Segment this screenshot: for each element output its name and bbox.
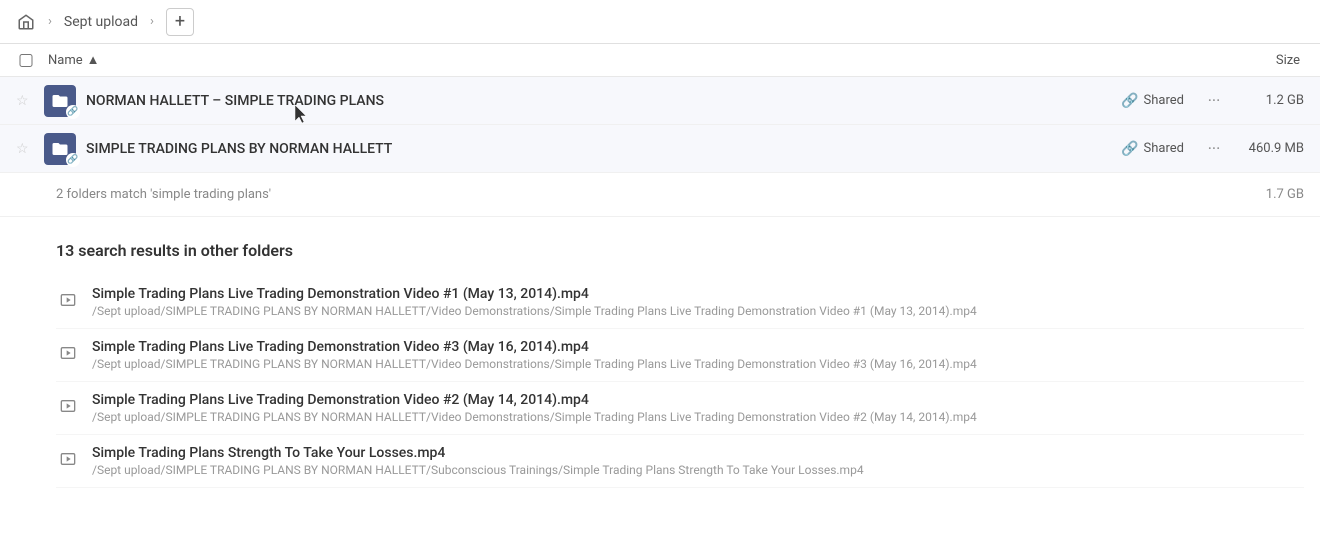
size-column-header: Size: [1276, 53, 1304, 68]
add-button[interactable]: +: [166, 8, 194, 36]
result-path-3: /Sept upload/SIMPLE TRADING PLANS BY NOR…: [92, 410, 1304, 424]
more-button-2[interactable]: ···: [1200, 135, 1228, 163]
link-icon-1: 🔗: [1121, 93, 1138, 109]
summary-row: 2 folders match 'simple trading plans' 1…: [0, 173, 1320, 217]
shared-badge-1: 🔗 Shared: [1121, 93, 1184, 109]
folder-icon-1: 🔗: [44, 85, 76, 117]
result-filename-1: Simple Trading Plans Live Trading Demons…: [92, 286, 1304, 302]
link-icon-2: 🔗: [1121, 141, 1138, 157]
summary-size: 1.7 GB: [1266, 187, 1304, 202]
result-path-1: /Sept upload/SIMPLE TRADING PLANS BY NOR…: [92, 304, 1304, 318]
result-path-4: /Sept upload/SIMPLE TRADING PLANS BY NOR…: [92, 463, 1304, 477]
result-filename-4: Simple Trading Plans Strength To Take Yo…: [92, 445, 1304, 461]
folder-name-1: NORMAN HALLETT – SIMPLE TRADING PLANS: [86, 93, 1121, 109]
column-header: Name ▲ Size: [0, 44, 1320, 77]
shared-badge-2: 🔗 Shared: [1121, 141, 1184, 157]
breadcrumb-chevron-2: ›: [150, 14, 154, 29]
folder-name-2: SIMPLE TRADING PLANS BY NORMAN HALLETT: [86, 141, 1121, 157]
result-content-3: Simple Trading Plans Live Trading Demons…: [92, 392, 1304, 424]
home-icon[interactable]: [12, 8, 40, 36]
breadcrumb-chevron: ›: [48, 14, 52, 29]
summary-text: 2 folders match 'simple trading plans': [56, 187, 1266, 202]
result-content-2: Simple Trading Plans Live Trading Demons…: [92, 339, 1304, 371]
folder-size-2: 460.9 MB: [1244, 141, 1304, 156]
result-filename-2: Simple Trading Plans Live Trading Demons…: [92, 339, 1304, 355]
video-icon-2: [56, 341, 80, 365]
video-icon-3: [56, 394, 80, 418]
folder-row-2[interactable]: ☆ 🔗 SIMPLE TRADING PLANS BY NORMAN HALLE…: [0, 125, 1320, 173]
other-folders-section: 13 search results in other folders Simpl…: [0, 217, 1320, 500]
star-icon-1[interactable]: ☆: [16, 93, 36, 109]
more-button-1[interactable]: ···: [1200, 87, 1228, 115]
search-result-row-3[interactable]: Simple Trading Plans Live Trading Demons…: [56, 382, 1304, 435]
top-nav: › Sept upload › +: [0, 0, 1320, 44]
result-content-4: Simple Trading Plans Strength To Take Yo…: [92, 445, 1304, 477]
link-badge-1: 🔗: [66, 105, 80, 119]
folder-icon-2: 🔗: [44, 133, 76, 165]
result-filename-3: Simple Trading Plans Live Trading Demons…: [92, 392, 1304, 408]
link-badge-2: 🔗: [66, 153, 80, 167]
video-icon-4: [56, 447, 80, 471]
result-content-1: Simple Trading Plans Live Trading Demons…: [92, 286, 1304, 318]
video-icon-1: [56, 288, 80, 312]
search-result-row-2[interactable]: Simple Trading Plans Live Trading Demons…: [56, 329, 1304, 382]
star-icon-2[interactable]: ☆: [16, 141, 36, 157]
folder-size-1: 1.2 GB: [1244, 93, 1304, 108]
search-result-row-1[interactable]: Simple Trading Plans Live Trading Demons…: [56, 276, 1304, 329]
search-result-row-4[interactable]: Simple Trading Plans Strength To Take Yo…: [56, 435, 1304, 488]
breadcrumb-sept-upload[interactable]: Sept upload: [56, 10, 146, 34]
select-all-checkbox[interactable]: [16, 54, 36, 67]
name-column-header[interactable]: Name ▲: [48, 52, 100, 68]
other-folders-title: 13 search results in other folders: [56, 241, 1304, 260]
result-path-2: /Sept upload/SIMPLE TRADING PLANS BY NOR…: [92, 357, 1304, 371]
folder-row-1[interactable]: ☆ 🔗 NORMAN HALLETT – SIMPLE TRADING PLAN…: [0, 77, 1320, 125]
